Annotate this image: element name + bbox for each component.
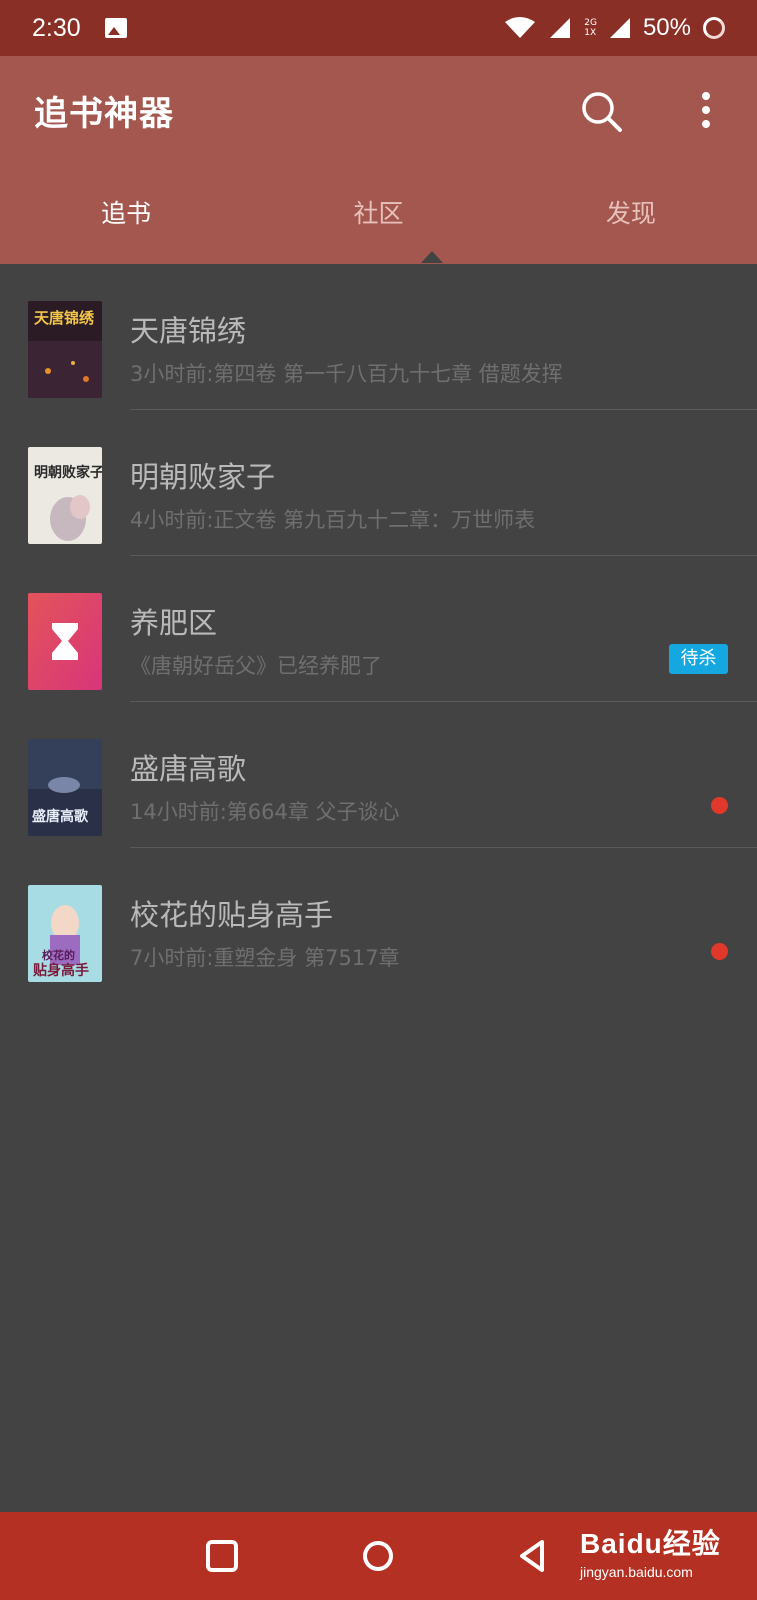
status-bar: 2:30 2G 1X 50%	[0, 0, 757, 56]
watermark-url: jingyan.baidu.com	[580, 1564, 693, 1580]
book-cover: 盛唐高歌	[28, 739, 102, 836]
svg-text:校花的: 校花的	[42, 948, 75, 962]
tab-faxian[interactable]: 发现	[505, 188, 757, 264]
book-title: 校花的贴身高手	[130, 898, 334, 932]
app-bar: 追书神器 追书 社区 发现	[0, 56, 757, 264]
book-latest-chapter: 14小时前:第664章 父子谈心	[130, 800, 400, 824]
hourglass-icon	[28, 593, 102, 690]
svg-text:天唐锦绣: 天唐锦绣	[34, 309, 95, 327]
book-row[interactable]: 校花的 贴身高手 校花的贴身高手 7小时前:重塑金身 第7517章	[0, 848, 757, 994]
svg-text:贴身高手: 贴身高手	[33, 962, 89, 979]
book-list: 天唐锦绣 天唐锦绣 3小时前:第四卷 第一千八百九十七章 借题发挥 明朝败家子 …	[0, 264, 757, 994]
network-type: 2G 1X	[584, 18, 597, 38]
battery-icon	[703, 17, 725, 39]
back-icon[interactable]	[512, 1534, 556, 1578]
book-latest-chapter: 3小时前:第四卷 第一千八百九十七章 借题发挥	[130, 362, 563, 386]
book-title: 养肥区	[130, 606, 218, 640]
unread-dot	[711, 797, 728, 814]
pending-badge: 待杀	[669, 644, 728, 674]
svg-text:盛唐高歌: 盛唐高歌	[32, 808, 89, 825]
svg-text:明朝败家子: 明朝败家子	[34, 464, 102, 481]
book-cover: 天唐锦绣	[28, 301, 102, 398]
book-latest-chapter: 《唐朝好岳父》已经养肥了	[130, 654, 382, 678]
system-nav-bar: Baidu经验 jingyan.baidu.com	[0, 1512, 757, 1600]
tab-indicator	[421, 251, 443, 263]
book-title: 盛唐高歌	[130, 752, 247, 786]
book-row[interactable]: 养肥区 《唐朝好岳父》已经养肥了 待杀	[0, 556, 757, 702]
watermark-brand: Baidu经验	[580, 1528, 721, 1559]
recents-icon[interactable]	[200, 1534, 244, 1578]
status-right: 2G 1X 50%	[504, 14, 725, 42]
book-title: 明朝败家子	[130, 460, 276, 494]
book-latest-chapter: 4小时前:正文卷 第九百九十二章：万世师表	[130, 508, 536, 532]
baidu-watermark: Baidu经验 jingyan.baidu.com	[580, 1522, 721, 1580]
book-latest-chapter: 7小时前:重塑金身 第7517章	[130, 946, 400, 970]
signal-icon	[550, 18, 571, 38]
battery-percent: 50%	[642, 14, 691, 41]
wifi-icon	[505, 17, 536, 38]
book-cover: 明朝败家子	[28, 447, 102, 544]
tab-bar: 追书 社区 发现	[0, 188, 757, 264]
unread-dot	[711, 943, 728, 960]
book-title: 天唐锦绣	[130, 314, 247, 348]
book-row[interactable]: 天唐锦绣 天唐锦绣 3小时前:第四卷 第一千八百九十七章 借题发挥	[0, 264, 757, 410]
tab-zhuishu[interactable]: 追书	[0, 188, 252, 264]
tab-shequ[interactable]: 社区	[252, 188, 504, 264]
more-options-icon[interactable]	[690, 88, 722, 136]
book-cover: 校花的 贴身高手	[28, 885, 102, 982]
book-row[interactable]: 盛唐高歌 盛唐高歌 14小时前:第664章 父子谈心	[0, 702, 757, 848]
app-title: 追书神器	[34, 94, 174, 134]
book-row[interactable]: 明朝败家子 明朝败家子 4小时前:正文卷 第九百九十二章：万世师表	[0, 410, 757, 556]
home-icon[interactable]	[356, 1534, 400, 1578]
signal-icon-2	[609, 18, 630, 38]
search-icon[interactable]	[578, 88, 626, 136]
image-notification-icon	[104, 18, 127, 38]
status-time: 2:30	[32, 13, 81, 42]
